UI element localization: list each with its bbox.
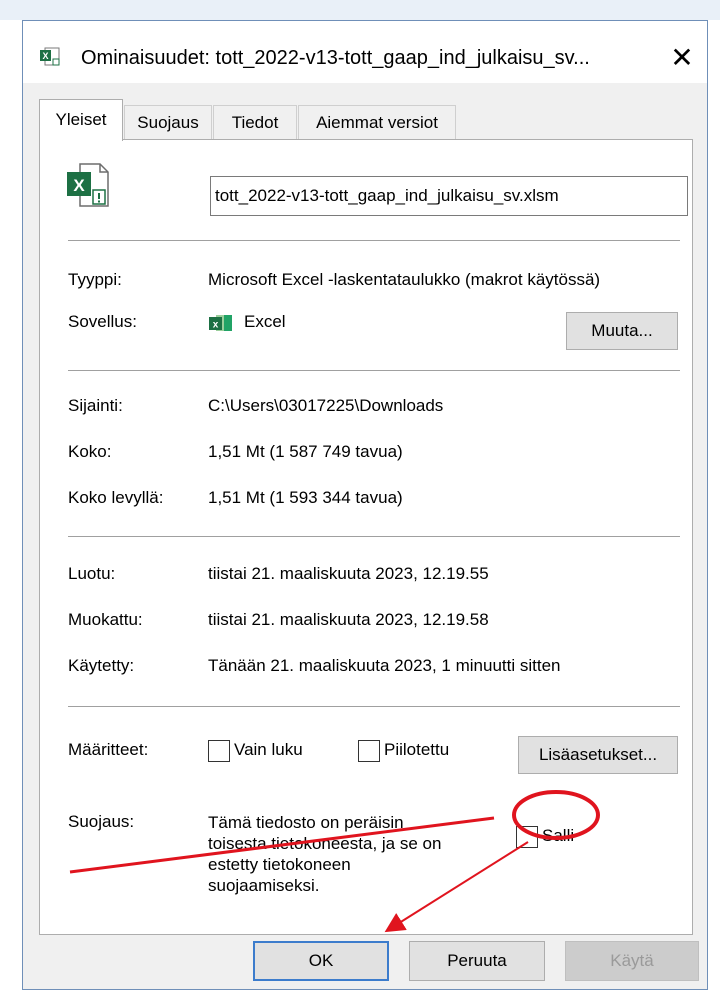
tab-details[interactable]: Tiedot xyxy=(213,105,297,139)
general-tab-panel: X tott_2022-v13-tott_gaap_ind_julkaisu_s… xyxy=(39,139,693,935)
disk-size-value: 1,51 Mt (1 593 344 tavua) xyxy=(208,488,403,507)
separator xyxy=(68,706,680,707)
hidden-checkbox[interactable] xyxy=(358,740,380,762)
tab-general[interactable]: Yleiset xyxy=(39,99,123,141)
accessed-value: Tänään 21. maaliskuuta 2023, 1 minuutti … xyxy=(208,656,561,675)
close-icon: ✕ xyxy=(670,42,694,73)
type-label: Tyyppi: xyxy=(68,270,122,289)
modified-value: tiistai 21. maaliskuuta 2023, 12.19.58 xyxy=(208,610,489,629)
allow-label: Salli xyxy=(542,826,575,845)
apply-button-label: Käytä xyxy=(610,951,654,970)
readonly-checkbox[interactable] xyxy=(208,740,230,762)
tab-details-label: Tiedot xyxy=(231,113,279,132)
security-message: Tämä tiedosto on peräisin toisesta tieto… xyxy=(208,813,442,895)
excel-file-icon: X xyxy=(40,47,60,66)
excel-blocked-file-icon: X xyxy=(67,163,109,207)
tab-security[interactable]: Suojaus xyxy=(124,105,212,139)
advanced-button[interactable]: Lisäasetukset... xyxy=(518,736,678,774)
change-app-button-label: Muuta... xyxy=(591,321,653,340)
close-button[interactable]: ✕ xyxy=(663,39,701,77)
ok-button-label: OK xyxy=(308,951,334,970)
allow-checkbox[interactable] xyxy=(516,826,538,848)
size-value: 1,51 Mt (1 587 749 tavua) xyxy=(208,442,403,461)
svg-text:X: X xyxy=(42,51,48,61)
location-value: C:\Users\03017225\Downloads xyxy=(208,396,444,415)
tab-previous-versions[interactable]: Aiemmat versiot xyxy=(298,105,456,139)
cancel-button[interactable]: Peruuta xyxy=(409,941,545,981)
excel-app-icon: x xyxy=(209,315,232,331)
tab-general-label: Yleiset xyxy=(55,110,107,129)
hidden-label: Piilotettu xyxy=(384,740,450,759)
background-top-strip xyxy=(0,0,720,20)
advanced-button-label: Lisäasetukset... xyxy=(538,745,658,764)
separator xyxy=(68,240,680,241)
location-label: Sijainti: xyxy=(68,396,123,415)
filename-value: tott_2022-v13-tott_gaap_ind_julkaisu_sv.… xyxy=(215,186,559,205)
svg-text:x: x xyxy=(213,320,219,331)
created-label: Luotu: xyxy=(68,564,116,583)
disk-size-label: Koko levyllä: xyxy=(68,488,164,507)
apply-button[interactable]: Käytä xyxy=(565,941,699,981)
security-label: Suojaus: xyxy=(68,812,135,831)
dialog-title: Ominaisuudet: tott_2022-v13-tott_gaap_in… xyxy=(81,47,590,69)
tab-security-label: Suojaus xyxy=(137,113,199,132)
cancel-button-label: Peruuta xyxy=(447,951,507,970)
tab-previous-versions-label: Aiemmat versiot xyxy=(316,113,438,132)
app-value: Excel xyxy=(244,312,286,331)
background-left-strip xyxy=(0,20,23,990)
readonly-label: Vain luku xyxy=(234,740,303,759)
accessed-label: Käytetty: xyxy=(68,656,135,675)
modified-label: Muokattu: xyxy=(68,610,143,629)
title-bar: X Ominaisuudet: tott_2022-v13-tott_gaap_… xyxy=(23,21,707,83)
separator xyxy=(68,536,680,537)
filename-input[interactable]: tott_2022-v13-tott_gaap_ind_julkaisu_sv.… xyxy=(210,176,688,216)
created-value: tiistai 21. maaliskuuta 2023, 12.19.55 xyxy=(208,564,489,583)
ok-button[interactable]: OK xyxy=(253,941,389,981)
change-app-button[interactable]: Muuta... xyxy=(566,312,678,350)
attributes-label: Määritteet: xyxy=(68,740,149,759)
separator xyxy=(68,370,680,371)
app-label: Sovellus: xyxy=(68,312,137,331)
background-right-strip xyxy=(708,20,720,990)
type-value: Microsoft Excel -laskentataulukko (makro… xyxy=(208,270,601,289)
properties-dialog: X Ominaisuudet: tott_2022-v13-tott_gaap_… xyxy=(22,20,708,990)
svg-text:X: X xyxy=(73,176,85,195)
size-label: Koko: xyxy=(68,442,112,461)
